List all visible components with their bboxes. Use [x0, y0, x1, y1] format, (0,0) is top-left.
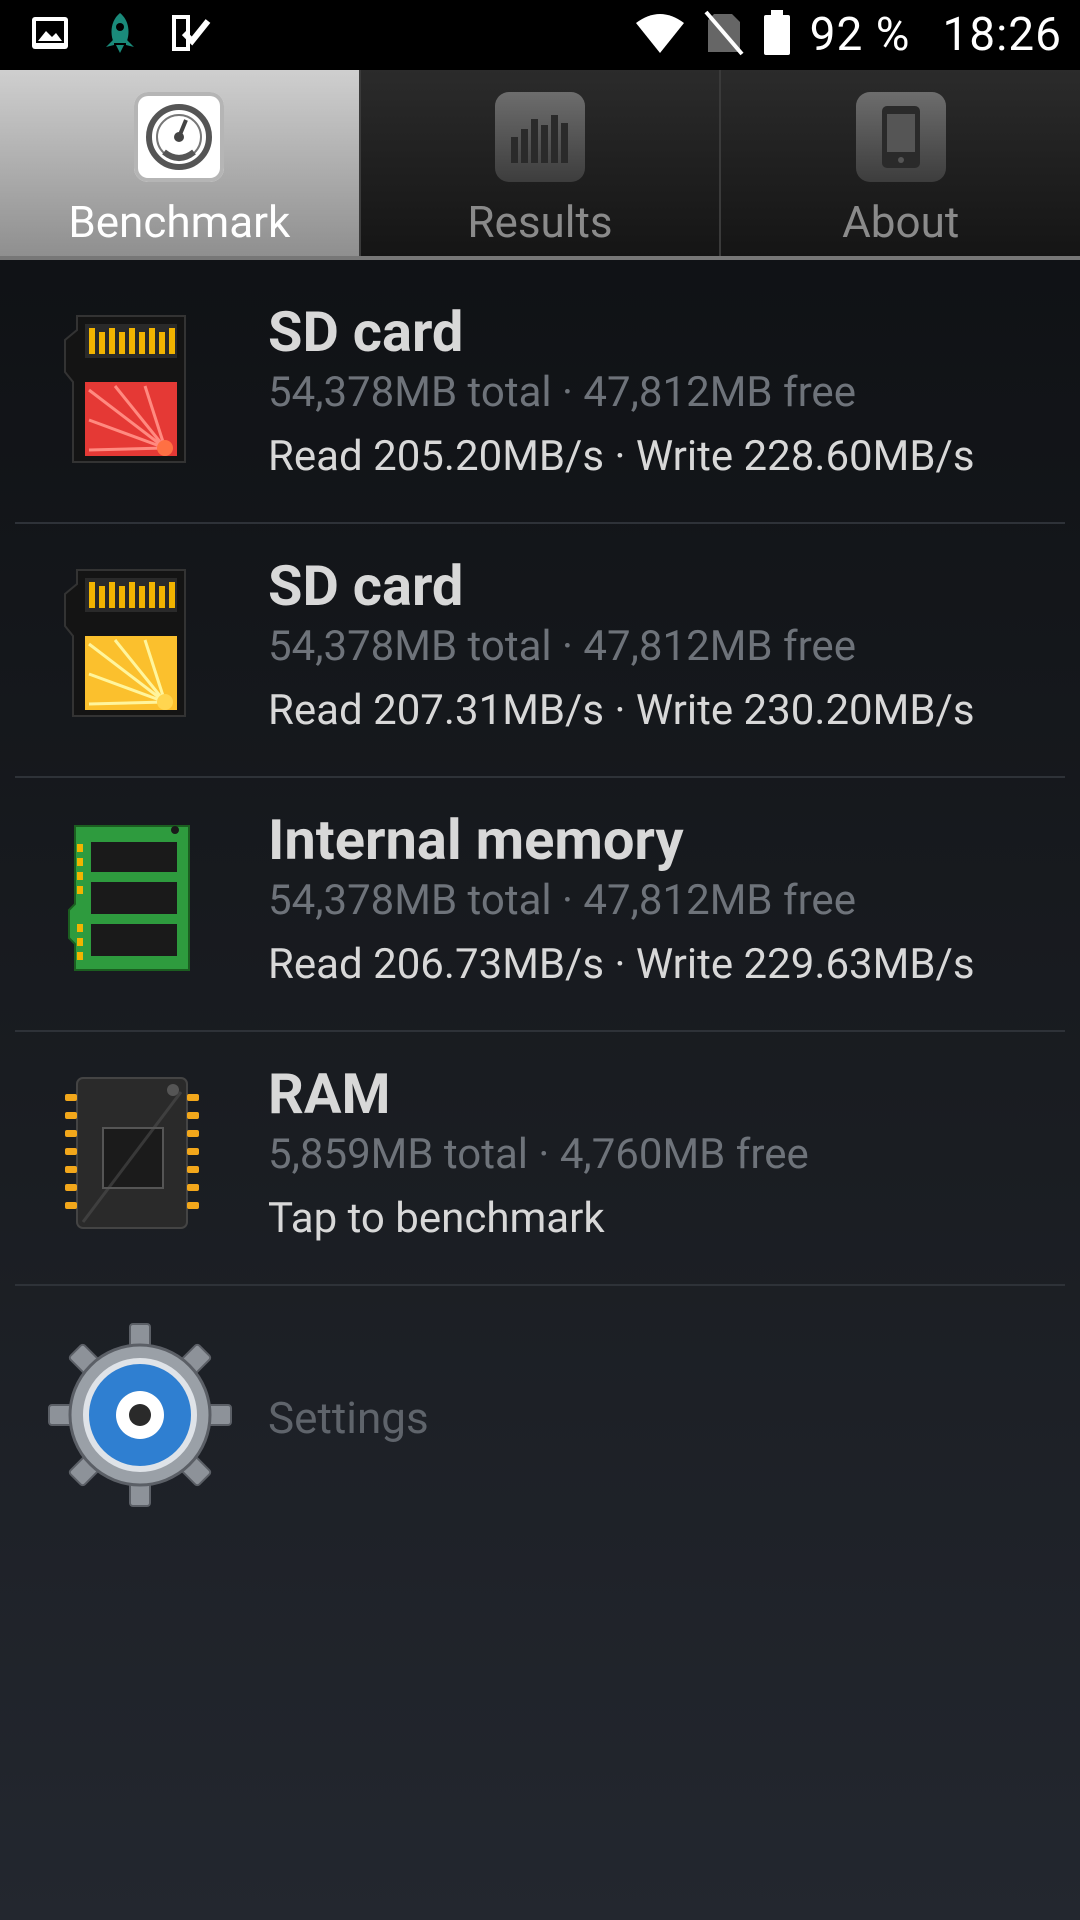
item-title: Internal memory: [268, 807, 684, 873]
item-speed: Read 206.73MB/s · Write 229.63MB/s: [268, 940, 975, 989]
item-title: SD card: [268, 299, 464, 365]
bar-chart-icon: [495, 92, 585, 182]
phone-icon: [855, 92, 946, 182]
status-bar: 92 % 18:26: [0, 0, 1080, 70]
list-item-ram[interactable]: RAM 5,859MB total · 4,760MB free Tap to …: [0, 1032, 1080, 1286]
item-title: RAM: [268, 1061, 391, 1127]
no-sim-icon: [704, 10, 744, 60]
checklist-icon: [170, 13, 212, 57]
item-speed: Read 207.31MB/s · Write 230.20MB/s: [268, 686, 975, 735]
tab-results[interactable]: Results: [360, 70, 722, 256]
status-right: 92 % 18:26: [634, 8, 1062, 62]
sd-card-yellow-icon: [55, 564, 215, 724]
sd-card-red-icon: [55, 310, 215, 470]
ram-chip-icon: [55, 1072, 215, 1232]
storage-list: SD card 54,378MB total · 47,812MB free R…: [0, 270, 1080, 1286]
tab-about-label: About: [842, 196, 960, 248]
clock: 18:26: [942, 8, 1062, 62]
battery-icon: [762, 10, 792, 60]
tab-bar: Benchmark Results About: [0, 70, 1080, 260]
divider: [15, 1284, 1065, 1286]
wifi-icon: [634, 11, 686, 59]
tab-benchmark[interactable]: Benchmark: [0, 70, 361, 256]
item-title: SD card: [268, 553, 464, 619]
settings-gear-icon: [45, 1320, 235, 1510]
rocket-icon: [100, 11, 140, 59]
memory-module-icon: [55, 818, 215, 978]
tab-about[interactable]: About: [721, 70, 1080, 256]
status-left-icons: [30, 11, 212, 59]
item-capacity: 5,859MB total · 4,760MB free: [268, 1130, 809, 1179]
item-speed: Read 205.20MB/s · Write 228.60MB/s: [268, 432, 975, 481]
settings-label: Settings: [268, 1392, 429, 1444]
gallery-icon: [30, 13, 70, 57]
battery-percent: 92 %: [809, 8, 911, 62]
list-item-sd-card-2[interactable]: SD card 54,378MB total · 47,812MB free R…: [0, 524, 1080, 778]
tab-benchmark-label: Benchmark: [68, 196, 291, 248]
settings-item[interactable]: Settings: [0, 1300, 1080, 1540]
list-item-sd-card-1[interactable]: SD card 54,378MB total · 47,812MB free R…: [0, 270, 1080, 524]
speedometer-icon: [134, 92, 225, 182]
item-action-hint: Tap to benchmark: [268, 1194, 605, 1243]
item-capacity: 54,378MB total · 47,812MB free: [268, 368, 856, 417]
item-capacity: 54,378MB total · 47,812MB free: [268, 622, 856, 671]
list-item-internal-memory[interactable]: Internal memory 54,378MB total · 47,812M…: [0, 778, 1080, 1032]
item-capacity: 54,378MB total · 47,812MB free: [268, 876, 856, 925]
tab-results-label: Results: [467, 196, 613, 248]
